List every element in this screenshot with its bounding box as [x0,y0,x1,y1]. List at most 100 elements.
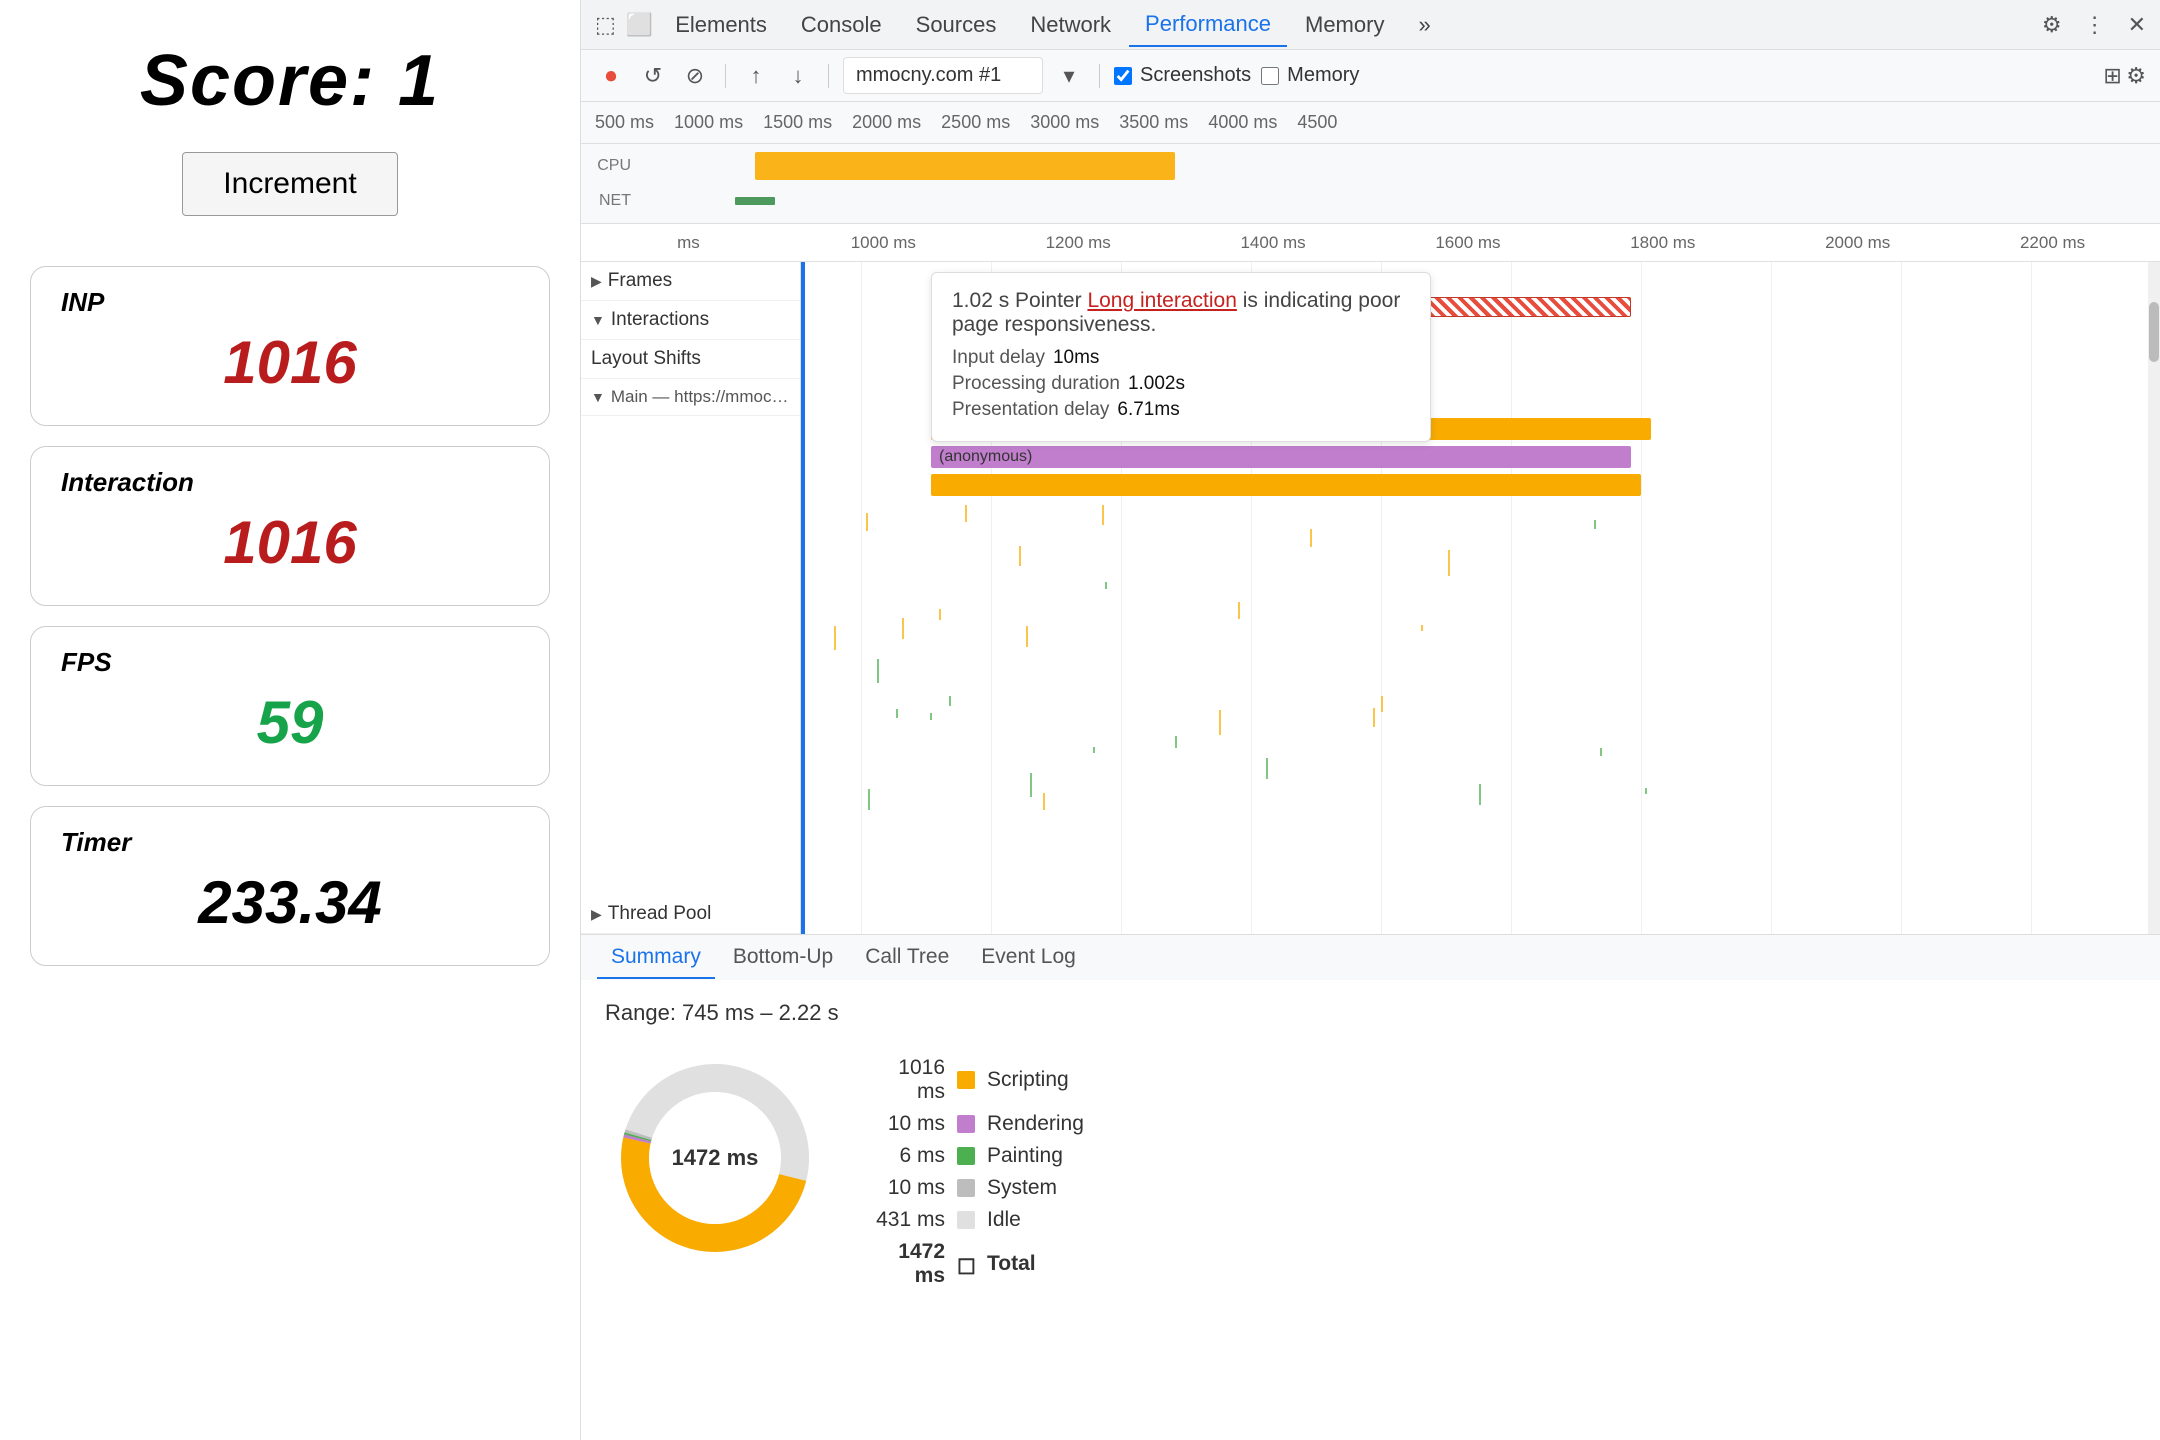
main-thread-section[interactable]: ▼ Main — https://mmocny.co... [581,379,800,416]
tooltip-link[interactable]: Long interaction [1087,289,1236,312]
flame-detail-line [868,789,870,809]
legend-color-box [957,1147,975,1165]
flame-detail-line [939,609,941,621]
ruler2-tick: 2200 ms [1955,233,2150,253]
upload-icon[interactable]: ↑ [740,63,772,89]
frames-arrow: ▶ [591,273,602,290]
url-display[interactable]: mmocny.com #1 [843,57,1043,94]
legend-name: Painting [987,1144,1063,1168]
tab-more[interactable]: » [1402,4,1446,46]
tab-console[interactable]: Console [785,4,898,46]
metric-label: Interaction [61,467,519,498]
flame-detail-line [1093,747,1095,753]
timeline-detail-ruler: ms1000 ms1200 ms1400 ms1600 ms1800 ms200… [581,224,2160,262]
summary-content: 1472 ms 1016 ms Scripting 10 ms Renderin… [605,1048,2136,1296]
url-dropdown-icon[interactable]: ▾ [1053,63,1085,89]
screenshots-toggle[interactable]: Screenshots [1114,64,1251,87]
legend-ms: 10 ms [865,1112,945,1136]
tab-elements[interactable]: Elements [659,4,783,46]
device-icon[interactable]: ⬜ [622,8,657,42]
ruler2-tick: 1400 ms [1176,233,1371,253]
flame-detail-line [1310,529,1312,548]
ruler-tick: 4000 ms [1198,112,1287,133]
screenshots-checkbox[interactable] [1114,67,1132,85]
scroll-thumb[interactable] [2149,302,2159,362]
reload-icon[interactable]: ↺ [637,63,669,89]
record-icon[interactable]: ⏺ [595,63,627,89]
memory-toggle[interactable]: Memory [1261,64,1359,87]
metric-value: 1016 [61,328,519,397]
legend-color-box [957,1179,975,1197]
tooltip-presentation: Presentation delay 6.71ms [952,399,1410,421]
tab-performance[interactable]: Performance [1129,3,1287,47]
flame-detail-line [1105,582,1107,589]
metric-label: FPS [61,647,519,678]
tab-network[interactable]: Network [1014,4,1127,46]
flame-detail-line [1102,505,1104,525]
flame-block[interactable] [931,474,1641,496]
increment-button[interactable]: Increment [182,152,397,216]
flame-detail-line [1645,788,1647,794]
score-title: Score: 1 [140,40,440,122]
flame-detail-line [1373,708,1375,727]
flame-left-labels: ▶ Frames ▼ Interactions Layout Shifts ▼ … [581,262,801,934]
flame-detail-line [930,713,932,721]
legend-name: System [987,1176,1057,1200]
tab-sources[interactable]: Sources [900,4,1013,46]
flame-detail-line [1175,736,1177,748]
summary-range: Range: 745 ms – 2.22 s [605,1000,2136,1026]
flame-chart-area: ▶ Frames ▼ Interactions Layout Shifts ▼ … [581,262,2160,934]
flame-detail-line [1381,696,1383,713]
metric-value: 233.34 [61,868,519,937]
ruler2-tick: 1800 ms [1565,233,1760,253]
thread-pool-section[interactable]: ▶ Thread Pool [581,895,800,934]
flame-detail-line [896,709,898,718]
tab-memory[interactable]: Memory [1289,4,1400,46]
flame-detail-line [834,626,836,651]
toolbar-divider-1 [725,64,726,88]
inspect-icon[interactable]: ⬚ [591,8,620,42]
gear-icon[interactable]: ⚙ [2126,63,2146,88]
ruler-tick: 3500 ms [1109,112,1198,133]
frames-section[interactable]: ▶ Frames [581,262,800,301]
timeline-scrollbar[interactable] [2148,262,2160,934]
tab-bottom-up[interactable]: Bottom-Up [719,937,847,979]
flame-block[interactable]: (anonymous) [931,446,1631,468]
download-icon[interactable]: ↓ [782,63,814,89]
tab-summary[interactable]: Summary [597,937,715,979]
layout-shifts-section[interactable]: Layout Shifts [581,340,800,379]
flame-detail-line [1421,625,1423,632]
flame-detail-line [1266,758,1268,779]
interactions-section[interactable]: ▼ Interactions [581,301,800,340]
more-options-icon[interactable]: ⋮ [2080,8,2110,42]
main-thread-arrow: ▼ [591,389,605,405]
legend-row: 10 ms Rendering [865,1112,1084,1136]
legend-color-box [957,1115,975,1133]
legend-name: Scripting [987,1068,1069,1092]
timeline-overview-ruler: 500 ms1000 ms1500 ms2000 ms2500 ms3000 m… [581,102,2160,144]
flame-right-content: Pointer 1.02 s Pointer Long interaction … [801,262,2160,934]
settings-icon[interactable]: ⚙ [2038,8,2066,42]
devtools-panel: ⬚ ⬜ Elements Console Sources Network Per… [580,0,2160,1440]
metric-card-timer: Timer 233.34 [30,806,550,966]
flame-detail-line [1030,773,1032,797]
ruler2-tick: 1200 ms [981,233,1176,253]
cpu-label: CPU [591,157,631,175]
legend-ms: 1016 ms [865,1056,945,1104]
clear-icon[interactable]: ⊘ [679,63,711,89]
legend-row: 6 ms Painting [865,1144,1084,1168]
devtools-tabs-bar: ⬚ ⬜ Elements Console Sources Network Per… [581,0,2160,50]
close-icon[interactable]: ✕ [2124,8,2150,42]
flame-left-spacer [581,416,800,895]
toolbar-divider-2 [828,64,829,88]
tab-event-log[interactable]: Event Log [967,937,1090,979]
performance-toolbar: ⏺ ↺ ⊘ ↑ ↓ mmocny.com #1 ▾ Screenshots Me… [581,50,2160,102]
metric-card-interaction: Interaction 1016 [30,446,550,606]
legend-row: 1016 ms Scripting [865,1056,1084,1104]
memory-checkbox[interactable] [1261,67,1279,85]
ruler-tick: 3000 ms [1020,112,1109,133]
cpu-bar [755,152,1175,180]
capture-settings-icon[interactable]: ⊞ [2103,63,2121,88]
tab-call-tree[interactable]: Call Tree [851,937,963,979]
tooltip-header: 1.02 s Pointer Long interaction is indic… [952,289,1410,337]
